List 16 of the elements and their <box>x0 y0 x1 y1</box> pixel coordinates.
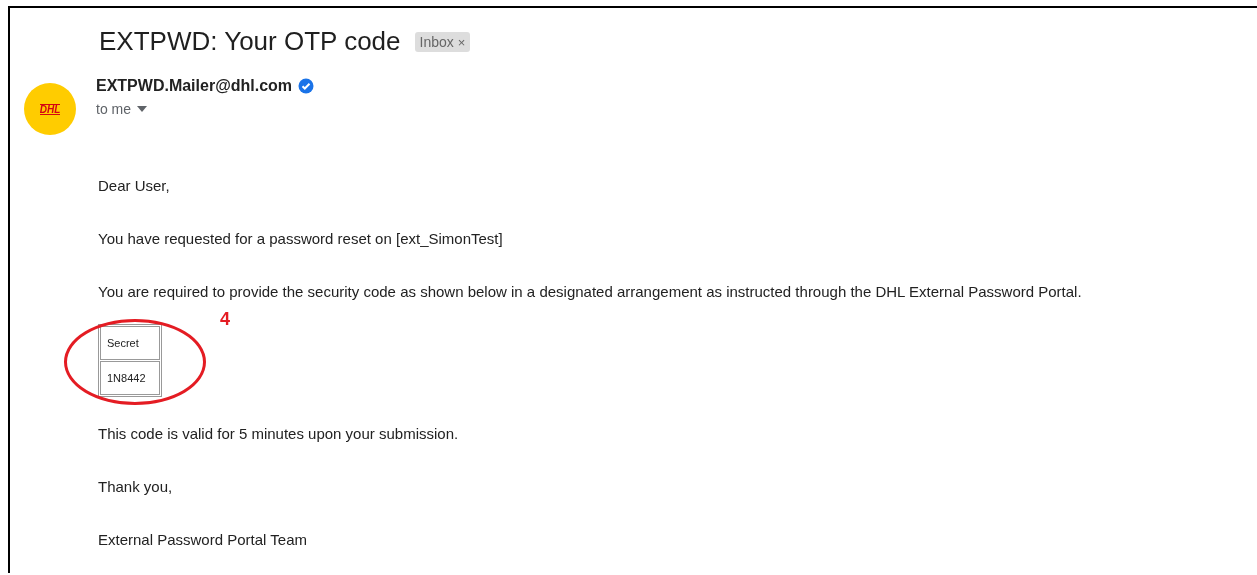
logo-text: DHL <box>39 103 61 115</box>
caret-icon[interactable] <box>137 106 147 112</box>
annotation-number: 4 <box>220 309 230 330</box>
body-paragraph: This code is valid for 5 minutes upon your submission. <box>98 425 460 443</box>
body-paragraph: You are required to provide the security code as shown below in a designated arrangement as instructed through the DHL External Password Portal. <box>98 283 1083 301</box>
email-subject: EXTPWD: Your OTP code <box>99 26 401 57</box>
body-paragraph: Thank you, <box>98 478 174 496</box>
remove-label-button[interactable]: × <box>457 34 466 50</box>
body-paragraph: Dear User, <box>98 177 171 195</box>
body-paragraph: You have requested for a password reset on [ext_SimonTest] <box>98 230 504 248</box>
body-paragraph: External Password Portal Team <box>98 531 308 549</box>
inbox-label[interactable]: Inbox × <box>414 31 471 52</box>
recipient-text: to me <box>96 101 131 117</box>
table-cell: 1N8442 <box>100 361 160 395</box>
sender-address: EXTPWD.Mailer@dhl.com <box>96 77 293 95</box>
table-cell: Secret <box>100 326 160 360</box>
